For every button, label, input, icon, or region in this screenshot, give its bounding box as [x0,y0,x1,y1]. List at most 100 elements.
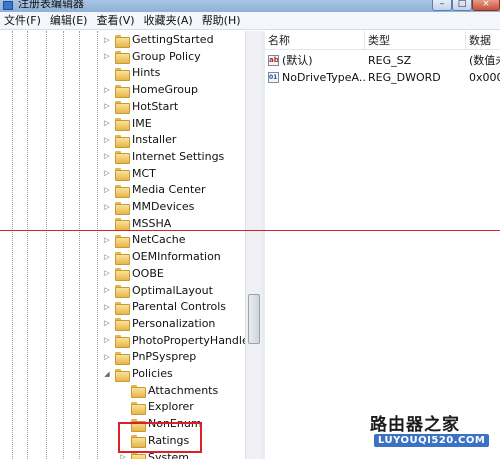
tree-node-label: MMDevices [132,200,195,213]
tree-expander-icon[interactable] [103,219,111,228]
tree-node-label: Policies [132,367,173,380]
maximize-button[interactable]: □ [452,0,472,11]
tree-expander-icon[interactable]: ▷ [103,169,111,178]
folder-icon [115,201,130,215]
tree-expander-icon[interactable]: ▷ [103,52,111,61]
tree-expander-icon[interactable]: ▷ [103,186,111,195]
tree-node[interactable]: Attachments [119,383,218,399]
tree-expander-icon[interactable]: ▷ [103,136,111,145]
menu-favorites[interactable]: 收藏夹(A) [144,13,193,29]
value-name: (默认) [282,54,313,67]
tree-node[interactable]: ▷ OptimalLayout [103,283,213,299]
tree-node-label: Installer [132,133,177,147]
registry-values-pane[interactable]: 名称 类型 数据 ab(默认) REG_SZ (数值未 011NoDriveTypeA… [265,31,500,459]
tree-node[interactable]: ▷ Media Center [103,182,206,198]
values-list-header: 名称 类型 数据 [265,31,500,50]
minimize-button[interactable]: – [432,0,452,11]
folder-icon [115,84,130,98]
tree-node[interactable]: ▷ Group Policy [103,49,201,65]
tree-node[interactable]: ▷ NetCache [103,232,186,248]
tree-node[interactable]: ▷ OOBE [103,266,164,282]
tree-expander-icon[interactable]: ▷ [103,102,111,111]
folder-icon [131,401,146,415]
tree-expander-icon[interactable]: ▷ [103,269,111,278]
tree-node[interactable]: ▷ PhotoPropertyHandler [103,333,253,349]
folder-icon [115,234,130,248]
folder-icon [115,268,130,282]
folder-icon [115,151,130,165]
close-button[interactable]: × [472,0,500,11]
tree-node-label: PnPSysprep [132,350,197,364]
tree-expander-icon[interactable]: ▷ [103,336,111,345]
tree-expander-icon[interactable]: ▷ [103,86,111,95]
watermark-url: LUYOUQI520.COM [374,434,490,447]
tree-node[interactable]: ▷ Internet Settings [103,149,224,165]
registry-tree-pane[interactable]: ▷ GettingStarted ▷ Group Policy Hints ▷ HomeGr… [0,31,262,459]
folder-icon [115,34,130,48]
tree-node[interactable]: ▷ PnPSysprep [103,349,196,365]
column-header-type[interactable]: 类型 [365,31,466,50]
tree-vertical-scrollbar[interactable] [245,31,262,459]
folder-icon [131,452,146,459]
dword-value-icon: 011 [268,72,279,83]
tree-node[interactable]: Hints [103,65,160,81]
tree-expander-icon[interactable] [119,403,127,412]
folder-icon [115,134,130,148]
tree-node-label: Explorer [148,400,194,414]
folder-icon [131,385,146,399]
site-watermark: 路由器之家 LUYOUQI520.COM [368,410,498,456]
tree-node[interactable]: ▷ Installer [103,132,176,148]
folder-icon [115,218,130,232]
tree-node[interactable]: ▷ Parental Controls [103,299,226,315]
menu-help[interactable]: 帮助(H) [202,13,241,29]
tree-node-label: OEMInformation [132,250,221,264]
column-header-data[interactable]: 数据 [466,31,500,50]
string-value-icon: ab [268,55,279,66]
tree-expander-icon[interactable]: ▷ [103,353,111,362]
value-row[interactable]: ab(默认) REG_SZ (数值未 [265,52,500,69]
value-type: REG_SZ [368,54,412,67]
folder-icon [115,51,130,65]
menu-edit[interactable]: 编辑(E) [50,13,88,29]
folder-icon [115,251,130,265]
menu-file[interactable]: 文件(F) [4,13,41,29]
annotation-red-line [0,230,500,231]
tree-expander-icon[interactable]: ▷ [103,119,111,128]
registry-editor-window: 注册表编辑器 – □ × 文件(F) 编辑(E) 查看(V) 收藏夹(A) 帮助… [0,0,500,459]
value-data: (数值未 [469,54,500,67]
tree-node[interactable]: ▷ MCT [103,166,156,182]
tree-node[interactable]: ▷ MMDevices [103,199,194,215]
tree-expander-icon[interactable]: ▷ [103,36,111,45]
tree-expander-icon[interactable] [103,69,111,78]
tree-guide-line [12,31,13,459]
tree-node[interactable]: ▷ HomeGroup [103,82,198,98]
tree-guide-line [27,31,28,459]
tree-expander-icon[interactable]: ▷ [103,253,111,262]
tree-node[interactable]: ◢ Policies [103,366,173,382]
value-name-cell: 011NoDriveTypeA... [265,69,365,86]
tree-node-label: GettingStarted [132,33,214,46]
value-row[interactable]: 011NoDriveTypeA...REG_DWORD 0x000 [265,69,500,86]
menu-view[interactable]: 查看(V) [96,13,134,29]
tree-node[interactable]: ▷ GettingStarted [103,32,214,48]
tree-node[interactable]: ▷ Personalization [103,316,215,332]
column-header-name[interactable]: 名称 [265,31,365,50]
tree-expander-icon[interactable]: ◢ [103,370,111,379]
tree-node-label: Attachments [148,383,219,397]
tree-expander-icon[interactable]: ▷ [119,453,127,459]
tree-expander-icon[interactable]: ▷ [103,236,111,245]
tree-node[interactable]: ▷ OEMInformation [103,249,221,265]
tree-expander-icon[interactable] [119,386,127,395]
tree-expander-icon[interactable]: ▷ [103,286,111,295]
tree-node[interactable]: ▷ HotStart [103,99,178,115]
tree-expander-icon[interactable]: ▷ [103,319,111,328]
folder-icon [115,118,130,131]
tree-guide-line [97,31,98,459]
tree-expander-icon[interactable]: ▷ [103,152,111,161]
tree-node[interactable]: ▷ IME [103,116,152,132]
tree-scrollbar-thumb[interactable] [248,294,260,344]
tree-node-selected[interactable]: Explorer [119,399,194,415]
tree-node-label: Personalization [132,316,216,330]
tree-expander-icon[interactable]: ▷ [103,203,111,212]
tree-expander-icon[interactable]: ▷ [103,303,111,312]
